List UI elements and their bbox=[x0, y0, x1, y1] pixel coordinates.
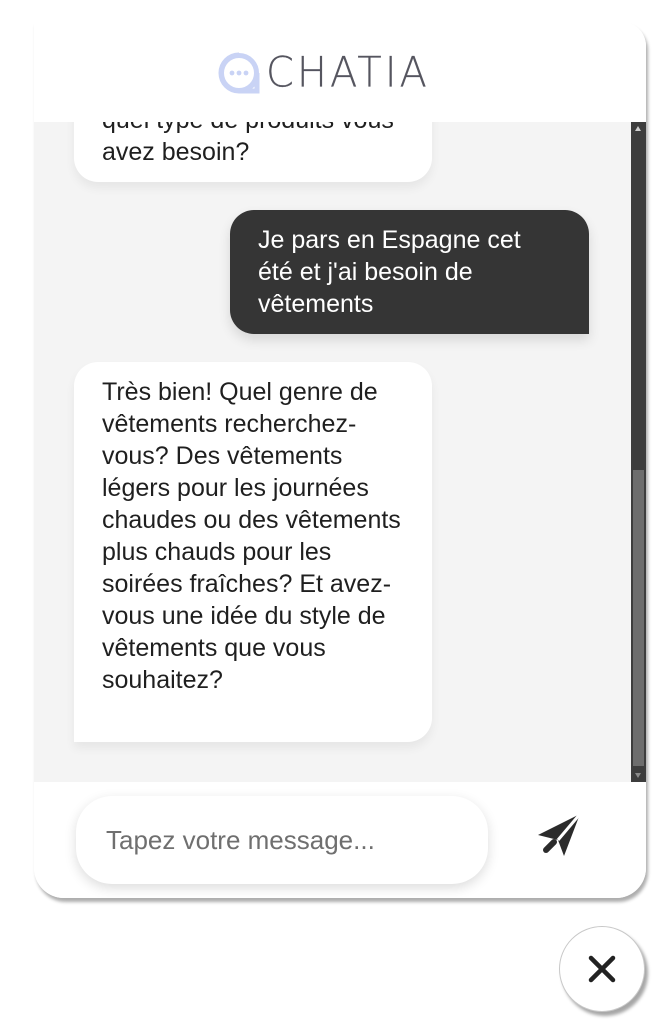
message-list[interactable]: quel type de produits vous avez besoin? … bbox=[34, 122, 631, 782]
message-input-container[interactable] bbox=[76, 796, 488, 884]
composer bbox=[34, 782, 646, 898]
scroll-down-arrow-icon[interactable] bbox=[635, 773, 641, 778]
message-scrollbar[interactable] bbox=[631, 122, 646, 782]
scroll-up-arrow-icon[interactable] bbox=[635, 126, 641, 131]
user-message: Je pars en Espagne cet été et j'ai besoi… bbox=[230, 210, 589, 334]
logo-text: CHATIA bbox=[266, 48, 430, 98]
chat-widget: CHATIA quel type de produits vous avez b… bbox=[34, 22, 646, 898]
bot-message: Très bien! Quel genre de vêtements reche… bbox=[74, 362, 432, 742]
chat-header: CHATIA bbox=[34, 22, 646, 122]
close-chat-button[interactable] bbox=[559, 926, 645, 1012]
close-icon bbox=[588, 955, 616, 983]
send-button[interactable] bbox=[534, 810, 586, 862]
message-input[interactable] bbox=[104, 823, 468, 857]
brand-logo: CHATIA bbox=[218, 48, 430, 98]
scroll-thumb[interactable] bbox=[633, 470, 644, 766]
chat-bubble-logo-icon bbox=[218, 52, 260, 94]
paper-plane-icon bbox=[538, 813, 582, 856]
bot-message: quel type de produits vous avez besoin? bbox=[74, 122, 432, 182]
